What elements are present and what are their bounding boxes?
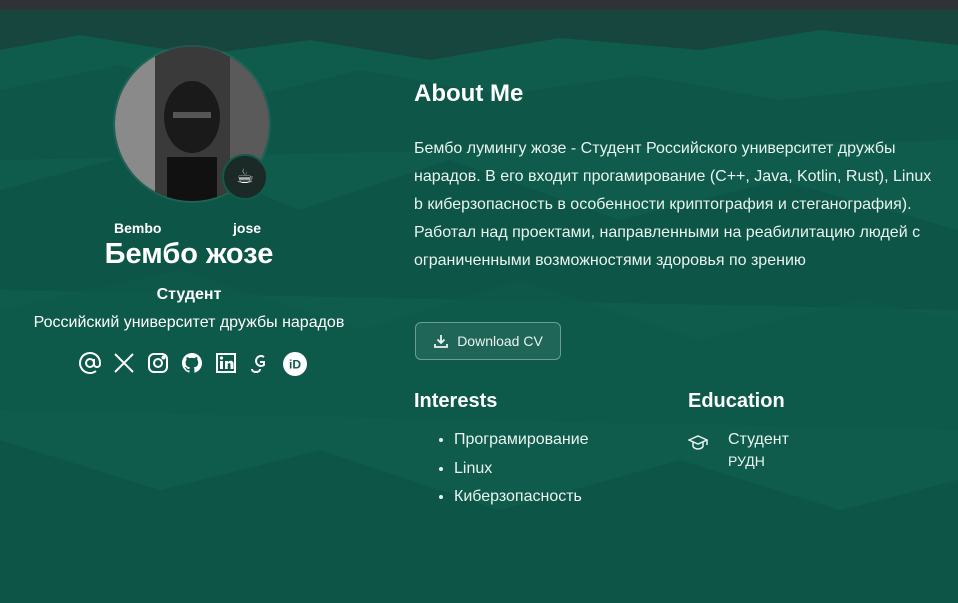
coffee-icon: ☕ (236, 166, 254, 188)
list-item: Linux (454, 455, 589, 484)
top-bar (0, 0, 958, 10)
education-institution: РУДН (728, 453, 765, 469)
about-text: Бембо лумингу жозе - Студент Российского… (414, 140, 932, 269)
status-emoji-badge: ☕ (222, 154, 268, 200)
interests-list: Програмирование Linux Киберзопасность (414, 426, 589, 512)
profile-card: ☕ Bembo jose Бембо жозе Студент Российск… (0, 10, 378, 410)
list-item: Киберзопасность (454, 483, 589, 512)
first-name: Bembo (114, 220, 162, 236)
social-links: iD (78, 350, 307, 376)
google-scholar-icon[interactable] (248, 351, 272, 375)
name-parts: Bembo jose (0, 220, 378, 240)
orcid-icon[interactable]: iD (282, 351, 307, 376)
linkedin-icon[interactable] (214, 351, 238, 375)
email-icon[interactable] (78, 351, 102, 375)
download-icon (434, 335, 449, 348)
education-title: Education (688, 390, 785, 412)
x-twitter-icon[interactable] (112, 351, 136, 375)
full-name: Бембо жозе (104, 238, 274, 270)
role: Студент (156, 286, 222, 303)
github-icon[interactable] (180, 351, 204, 375)
education-degree: Студент (728, 431, 789, 448)
interests-title: Interests (414, 390, 498, 412)
last-name: jose (233, 220, 262, 236)
about-title: About Me (414, 80, 524, 107)
download-cv-label: Download CV (457, 333, 543, 349)
education-item: Студент РУДН (688, 430, 789, 472)
download-cv-button[interactable]: Download CV (415, 322, 561, 360)
graduation-cap-icon (688, 435, 708, 450)
organization: Российский университет дружбы нарадов (33, 314, 345, 331)
instagram-icon[interactable] (146, 351, 170, 375)
list-item: Програмирование (454, 426, 589, 455)
svg-text:iD: iD (289, 358, 301, 372)
